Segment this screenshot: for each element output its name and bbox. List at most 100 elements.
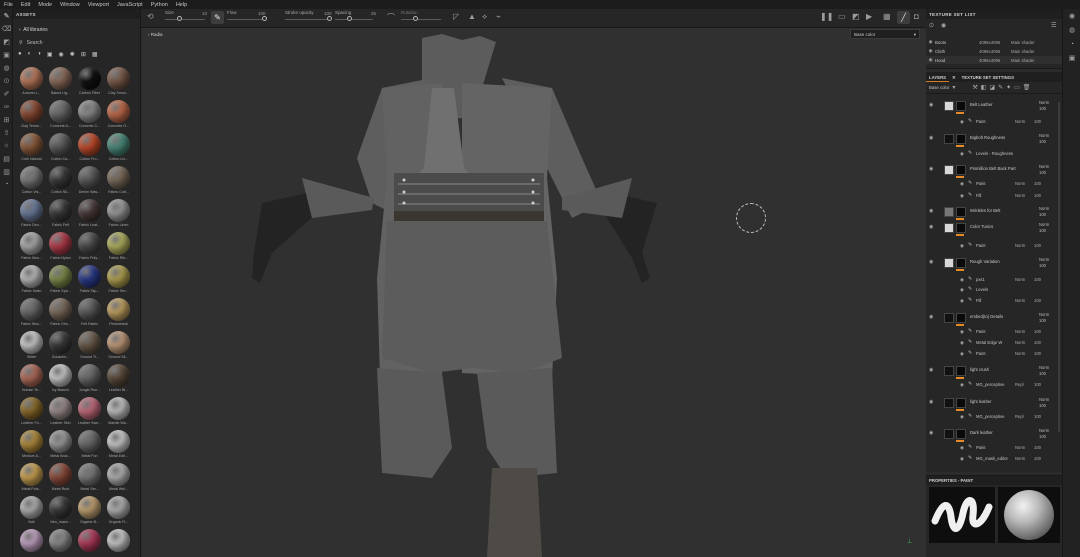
asset-item[interactable]: Fabric Woo... [17, 298, 46, 331]
asset-item[interactable]: Carbon Fiber [75, 67, 104, 100]
tab-layers[interactable]: LAYERS [926, 72, 950, 82]
effect-opacity[interactable]: 100 [1034, 277, 1041, 282]
asset-item[interactable]: Fabric Spa... [46, 265, 75, 298]
asset-item[interactable]: Fabric Rib... [104, 232, 133, 265]
add-smart-layer-icon[interactable]: ✦ [1006, 84, 1011, 91]
asset-item[interactable]: Cotton Sk... [46, 166, 75, 199]
mirror-icon[interactable]: ▲ [468, 12, 476, 21]
layer-opacity[interactable]: 100 [1039, 263, 1046, 268]
add-effect-icon[interactable]: ⚒ [972, 84, 977, 91]
asset-item[interactable]: Leather Bl... [104, 364, 133, 397]
effect-row[interactable]: ◉ ✎ Fill Norm 100 [926, 192, 1062, 200]
effect-opacity[interactable]: 100 [1034, 340, 1041, 345]
effect-blend-mode[interactable]: Norm [1015, 329, 1025, 334]
log-icon[interactable]: ◔ [0, 178, 13, 191]
asset-item[interactable]: Leather Skin [46, 397, 75, 430]
flow-pressure-icon[interactable]: ✎ [211, 11, 224, 24]
effect-row[interactable]: ◉ ✎ Fill Norm 100 [926, 297, 1062, 305]
filter-materials-icon[interactable]: ● [18, 51, 22, 58]
solo-view-icon[interactable]: ◩ [852, 12, 860, 21]
asset-item[interactable]: Cotton Vis... [17, 166, 46, 199]
layer-blend-mode[interactable]: Norm [1039, 133, 1049, 138]
layer-blend-mode[interactable]: Norm [1039, 428, 1049, 433]
layer-opacity[interactable]: 100 [1039, 434, 1046, 439]
asset-item[interactable]: Metal Wel... [104, 463, 133, 496]
size-knob[interactable] [177, 16, 182, 21]
menu-python[interactable]: Python [151, 2, 168, 8]
asset-item[interactable] [17, 529, 46, 557]
layer-opacity[interactable]: 100 [1039, 371, 1046, 376]
effect-opacity[interactable]: 100 [1034, 382, 1041, 387]
asset-item[interactable] [75, 529, 104, 557]
asset-item[interactable]: Fabric Terr... [104, 265, 133, 298]
stroke-opacity-slider[interactable] [285, 19, 331, 20]
effect-opacity[interactable]: 100 [1034, 456, 1041, 461]
spacing-knob[interactable] [347, 16, 352, 21]
layer-blend-mode[interactable]: Norm [1039, 397, 1049, 402]
export-icon[interactable]: ⇪ [0, 126, 13, 139]
camera-frame-icon[interactable]: ▭ [838, 12, 846, 21]
texture-set-row[interactable]: ◉ Boots 4096x4096 Main shader [926, 38, 1062, 46]
effect-blend-mode[interactable]: Repl [1015, 382, 1024, 387]
alignment-icon[interactable]: ⟡ [482, 12, 487, 22]
layer-blend-mode[interactable]: Norm [1039, 257, 1049, 262]
chevron-left-icon[interactable]: ‹ [19, 27, 21, 33]
asset-item[interactable]: Ground Sk... [104, 331, 133, 364]
display-settings-icon[interactable]: ☼ [0, 139, 13, 152]
asset-item[interactable]: Ground Ti... [75, 331, 104, 364]
asset-item[interactable]: Marble Wa... [104, 397, 133, 430]
layer-row[interactable]: ◉ embed(to) Details Norm 100 [926, 312, 1062, 328]
path-icon[interactable]: ⌁ [496, 12, 501, 21]
flow-slider[interactable] [227, 19, 265, 20]
asset-item[interactable]: Concrete G... [104, 100, 133, 133]
texture-set-row[interactable]: ◉ Cloth 4096x4096 Main shader [926, 47, 1062, 55]
filter-alphas-icon[interactable]: ▣ [47, 51, 53, 58]
display-dock-icon[interactable]: ◔ [1063, 37, 1080, 51]
asset-item[interactable]: Fabric Nylon [46, 232, 75, 265]
asset-item[interactable]: Cork Natural [17, 133, 46, 166]
asset-item[interactable]: Fabric Linen [104, 199, 133, 232]
eye-icon[interactable]: ◉ [960, 456, 964, 462]
menu-javascript[interactable]: JavaScript [117, 2, 143, 8]
layer-row[interactable]: ◉ Color Tunics Norm 100 [926, 222, 1062, 238]
effect-row[interactable]: ◉ ✎ Paint Norm 100 [926, 118, 1062, 126]
effect-opacity[interactable]: 100 [1034, 298, 1041, 303]
asset-item[interactable]: Ivy Branch [46, 364, 75, 397]
size-value[interactable]: 10 [202, 11, 207, 16]
view-mode-icon[interactable]: ▦ [883, 12, 891, 21]
paint-mode-icon[interactable]: ╱ [897, 11, 910, 24]
eye-icon[interactable]: ◉ [929, 208, 933, 214]
eye-icon[interactable]: ◉ [960, 151, 964, 157]
effect-blend-mode[interactable]: Norm [1015, 298, 1025, 303]
add-folder-icon[interactable]: ▭ [1014, 84, 1020, 91]
effect-opacity[interactable]: 100 [1034, 329, 1041, 334]
close-icon[interactable]: ✕ [949, 72, 959, 82]
spacing-slider[interactable] [335, 19, 373, 20]
effect-row[interactable]: ◉ ✎ Metal Edge W Norm 100 [926, 339, 1062, 347]
library-selector[interactable]: ‹ All libraries [19, 27, 48, 33]
asset-item[interactable]: Fabric Sho... [46, 298, 75, 331]
eye-icon[interactable]: ◉ [960, 193, 964, 199]
bake-icon[interactable]: ⊞ [0, 113, 13, 126]
layer-blend-mode[interactable]: Norm [1039, 365, 1049, 370]
layer-opacity[interactable]: 100 [1039, 318, 1046, 323]
asset-item[interactable]: Leather Swe... [75, 397, 104, 430]
layer-blend-mode[interactable]: Norm [1039, 206, 1049, 211]
layer-opacity[interactable]: 100 [1039, 212, 1046, 217]
pause-icon[interactable]: ❚❚ [820, 12, 833, 21]
texture-set-dock-icon[interactable]: ◍ [1063, 23, 1080, 37]
asset-item[interactable]: Fabric Poly... [75, 232, 104, 265]
eye-icon[interactable]: ◉ [960, 277, 964, 283]
eye-icon[interactable]: ◉ [926, 48, 935, 54]
menu-viewport[interactable]: Viewport [88, 2, 109, 8]
asset-item[interactable]: Nail [17, 496, 46, 529]
layer-opacity[interactable]: 100 [1039, 139, 1046, 144]
picker-icon[interactable]: ✐ [0, 87, 13, 100]
rotation-slider[interactable] [401, 19, 441, 20]
effect-blend-mode[interactable]: Norm [1015, 243, 1025, 248]
lazy-mouse-icon[interactable]: ⌒ [387, 12, 395, 23]
texture-set-row[interactable]: ◉ Hood 4096x4096 Main shader [926, 56, 1062, 64]
asset-item[interactable]: Fleshwheat [104, 298, 133, 331]
effect-blend-mode[interactable]: Norm [1015, 445, 1025, 450]
history-icon[interactable]: ▥ [0, 165, 13, 178]
